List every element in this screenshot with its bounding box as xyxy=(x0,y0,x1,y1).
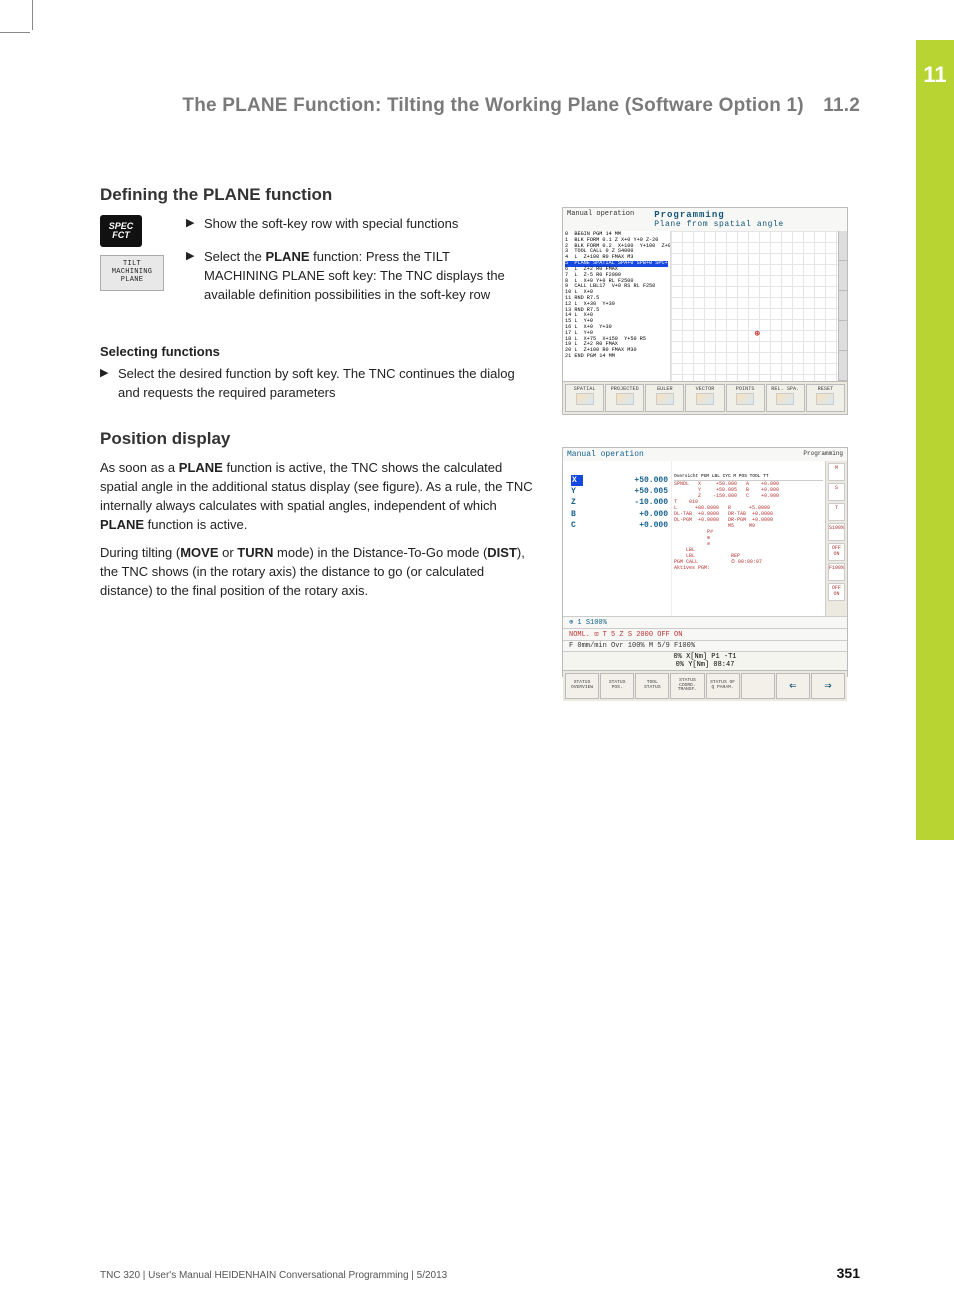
ss2-bar2: NOML. ⊡ T 5 Z S 2000 OFF ON xyxy=(563,628,847,640)
axis-row-Y: Y+50.005 xyxy=(571,486,668,497)
chapter-tab: 11 xyxy=(916,40,954,840)
ss2-status-info: Oversicht PGM LBL CYC M POS TOOL TT SPND… xyxy=(671,461,825,616)
ss1-mode-right: Programming xyxy=(654,210,724,220)
ss1-mode-left: Manual operation xyxy=(567,210,634,229)
header-section: 11.2 xyxy=(823,95,860,116)
page-number: 351 xyxy=(837,1265,860,1281)
softkey--: ⇒ xyxy=(811,673,845,699)
override-button: OFF ON xyxy=(828,583,845,601)
ss2-softkey-row: STATUS OVERVIEWSTATUS POS.TOOL STATUSSTA… xyxy=(563,670,847,701)
origin-marker-icon: ⊕ xyxy=(755,329,760,339)
bullet-arrow-icon: ▶ xyxy=(186,215,204,232)
ss1-scrollbar xyxy=(838,231,847,381)
softkey-status-of-q-param-: STATUS OF Q PARAM. xyxy=(706,673,740,699)
override-button: F100% xyxy=(828,563,845,581)
softkey-tool-status: TOOL STATUS xyxy=(635,673,669,699)
page-footer: TNC 320 | User's Manual HEIDENHAIN Conve… xyxy=(100,1265,860,1281)
step-1: ▶ Show the soft-key row with special fun… xyxy=(186,215,526,234)
override-button: M xyxy=(828,463,845,481)
axis-row-X: X+50.000 xyxy=(571,475,668,486)
step-2-text: Select the PLANE function: Press the TIL… xyxy=(204,248,526,305)
softkey-reset: RESET xyxy=(806,384,845,412)
softkey-vector: VECTOR xyxy=(685,384,724,412)
ss2-position-display: X+50.000Y+50.005Z-10.000B+0.000C+0.000 xyxy=(563,461,671,616)
override-button: S100% xyxy=(828,523,845,541)
selecting-step: ▶ Select the desired function by soft ke… xyxy=(100,365,540,403)
page-header: The PLANE Function: Tilting the Working … xyxy=(100,95,860,117)
ss2-load-status: 0% X[Nm] P1 -T1 0% Y[Nm] 08:47 xyxy=(563,651,847,670)
step-2: ▶ Select the PLANE function: Press the T… xyxy=(186,248,526,305)
ss1-subtitle: Plane from spatial angle xyxy=(654,220,843,229)
position-para-1: As soon as a PLANE function is active, t… xyxy=(100,459,540,534)
ss1-softkey-row: SPATIALPROJECTEDEULERVECTORPOINTSREL. SP… xyxy=(563,381,847,414)
softkey-status-pos-: STATUS POS. xyxy=(600,673,634,699)
tilt-machining-plane-softkey-icon: TILT MACHINING PLANE xyxy=(100,255,164,291)
selecting-step-text: Select the desired function by soft key.… xyxy=(118,365,540,403)
override-button: S xyxy=(828,483,845,501)
ss2-bar3: F 0mm/min Ovr 100% M 5/9 F100% xyxy=(563,640,847,651)
ss2-tabs: Oversicht PGM LBL CYC M POS TOOL TT xyxy=(674,474,823,481)
ss2-mode: Manual operation xyxy=(567,450,644,459)
softkey-status-overview: STATUS OVERVIEW xyxy=(565,673,599,699)
bullet-arrow-icon: ▶ xyxy=(186,248,204,265)
screenshot-manual-operation: Manual operation Programming X+50.000Y+5… xyxy=(562,447,848,677)
chapter-number: 11 xyxy=(923,62,946,87)
section-title-defining: Defining the PLANE function xyxy=(100,185,860,205)
screenshot-programming: Manual operation Programming Plane from … xyxy=(562,207,848,415)
softkey-spatial: SPATIAL xyxy=(565,384,604,412)
position-para-2: During tilting (MOVE or TURN mode) in th… xyxy=(100,544,540,601)
spec-fct-key-icon: SPEC FCT xyxy=(100,215,142,247)
softkey-euler: EULER xyxy=(645,384,684,412)
softkey-relspa: REL. SPA. xyxy=(766,384,805,412)
override-button: OFF ON xyxy=(828,543,845,561)
softkey-status-coord-transf-: STATUS COORD. TRANSF. xyxy=(670,673,704,699)
section-title-position: Position display xyxy=(100,429,860,449)
ss1-graphic-area: ⊕ xyxy=(671,231,838,381)
softkey-projected: PROJECTED xyxy=(605,384,644,412)
ss2-mode-right: Programming xyxy=(803,450,843,459)
footer-text: TNC 320 | User's Manual HEIDENHAIN Conve… xyxy=(100,1270,447,1281)
header-title: The PLANE Function: Tilting the Working … xyxy=(182,95,803,116)
ss2-bar1: ⊕ 1 S100% xyxy=(563,616,847,628)
crop-marks xyxy=(0,0,60,60)
override-button: T xyxy=(828,503,845,521)
axis-row-B: B+0.000 xyxy=(571,509,668,520)
step-1-text: Show the soft-key row with special funct… xyxy=(204,215,526,234)
ss1-nc-program: 0 BEGIN PGM 14 MM 1 BLK FORM 0.1 Z X+0 Y… xyxy=(563,231,671,381)
ss2-right-buttons: MST S100% OFF ON F100% OFF ON xyxy=(825,461,847,616)
softkey-points: POINTS xyxy=(726,384,765,412)
axis-row-Z: Z-10.000 xyxy=(571,497,668,508)
softkey--: ⇐ xyxy=(776,673,810,699)
bullet-arrow-icon: ▶ xyxy=(100,365,118,382)
softkey-blank xyxy=(741,673,775,699)
axis-row-C: C+0.000 xyxy=(571,520,668,531)
